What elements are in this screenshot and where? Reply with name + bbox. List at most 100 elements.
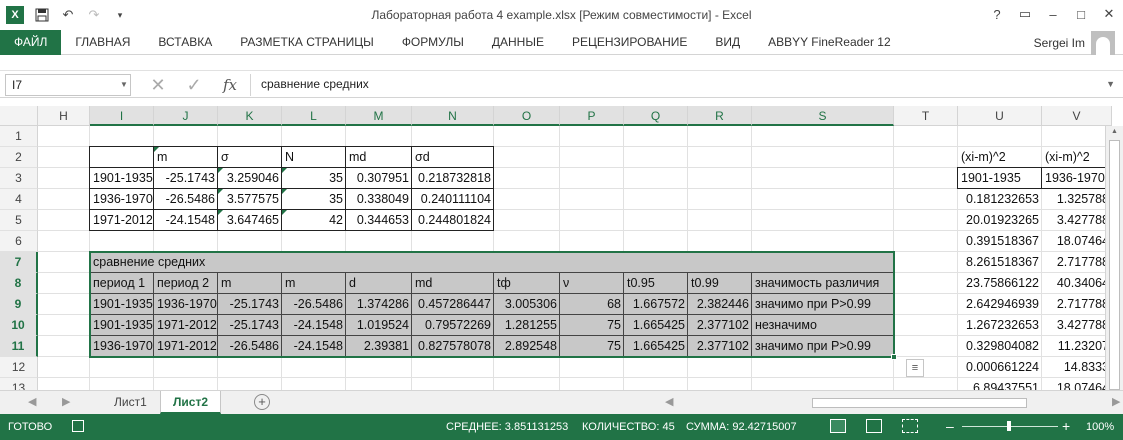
table1-cell[interactable]: 1936-1970: [90, 189, 154, 210]
zoom-out-icon[interactable]: –: [946, 418, 954, 434]
row-header[interactable]: 4: [0, 189, 38, 210]
table2-cell[interactable]: 3.005306: [494, 294, 560, 315]
side-header[interactable]: (xi-m)^2: [958, 147, 1042, 168]
table2-cell[interactable]: незначимо: [752, 315, 894, 336]
table2-cell[interactable]: 68: [560, 294, 624, 315]
table2-header[interactable]: ν: [560, 273, 624, 294]
quick-analysis-icon[interactable]: ≡: [906, 359, 924, 377]
tab-formulas[interactable]: ФОРМУЛЫ: [388, 30, 478, 55]
table1-cell[interactable]: 3.259046: [218, 168, 282, 189]
name-box[interactable]: I7: [5, 74, 131, 96]
row-header[interactable]: 6: [0, 231, 38, 252]
side-cell[interactable]: 1.267232653: [958, 315, 1042, 336]
cancel-icon[interactable]: ✕: [140, 73, 176, 97]
table1-cell[interactable]: 3.577575: [218, 189, 282, 210]
column-header[interactable]: N: [412, 106, 494, 126]
table2-cell[interactable]: 1.665425: [624, 315, 688, 336]
help-button[interactable]: ?: [983, 0, 1011, 28]
table2-cell[interactable]: 1.281255: [494, 315, 560, 336]
table2-cell[interactable]: 1901-1935: [90, 315, 154, 336]
side-cell[interactable]: 3.427788: [1042, 315, 1105, 336]
table1-cell[interactable]: 1901-1935: [90, 168, 154, 189]
side-cell[interactable]: 0.000661224: [958, 357, 1042, 378]
table2-cell[interactable]: 0.457286447: [412, 294, 494, 315]
table2-cell[interactable]: 1.374286: [346, 294, 412, 315]
tab-view[interactable]: ВИД: [701, 30, 754, 55]
column-header[interactable]: T: [894, 106, 958, 126]
tab-insert[interactable]: ВСТАВКА: [144, 30, 226, 55]
hscroll-left-icon[interactable]: ◀: [665, 395, 673, 408]
column-header[interactable]: L: [282, 106, 346, 126]
prev-sheet-icon[interactable]: ◀: [28, 395, 36, 408]
table1-cell[interactable]: -25.1743: [154, 168, 218, 189]
table2-cell[interactable]: 2.377102: [688, 336, 752, 357]
table2-header[interactable]: m: [282, 273, 346, 294]
table2-header[interactable]: m: [218, 273, 282, 294]
table2-header[interactable]: t0.99: [688, 273, 752, 294]
table2-header[interactable]: d: [346, 273, 412, 294]
table2-cell[interactable]: 0.79572269: [412, 315, 494, 336]
table2-header[interactable]: tф: [494, 273, 560, 294]
row-header[interactable]: 11: [0, 336, 38, 357]
expand-formula-bar-icon[interactable]: ▼: [1106, 79, 1115, 89]
table2-cell[interactable]: -25.1743: [218, 294, 282, 315]
insert-function-icon[interactable]: fx: [212, 73, 248, 97]
table2-cell[interactable]: 75: [560, 336, 624, 357]
side-cell[interactable]: 1.325788: [1042, 189, 1105, 210]
table2-cell[interactable]: 1.667572: [624, 294, 688, 315]
table2-cell[interactable]: 1936-1970: [90, 336, 154, 357]
column-header[interactable]: Q: [624, 106, 688, 126]
table1-cell[interactable]: -26.5486: [154, 189, 218, 210]
table1-cell[interactable]: 0.344653: [346, 210, 412, 231]
error-indicator-icon[interactable]: [218, 210, 223, 215]
side-cell[interactable]: 2.717788: [1042, 252, 1105, 273]
table1-cell[interactable]: 0.338049: [346, 189, 412, 210]
column-header[interactable]: P: [560, 106, 624, 126]
zoom-in-icon[interactable]: +: [1062, 418, 1070, 434]
column-header[interactable]: U: [958, 106, 1042, 126]
table1-header[interactable]: N: [282, 147, 346, 168]
add-sheet-icon[interactable]: +: [254, 394, 270, 410]
table2-header[interactable]: t0.95: [624, 273, 688, 294]
error-indicator-icon[interactable]: [282, 210, 287, 215]
column-header[interactable]: M: [346, 106, 412, 126]
enter-icon[interactable]: ✓: [176, 73, 212, 97]
table2-cell[interactable]: значимо при P>0.99: [752, 336, 894, 357]
table2-cell[interactable]: 75: [560, 315, 624, 336]
tab-data[interactable]: ДАННЫЕ: [478, 30, 558, 55]
side-cell[interactable]: 0.329804082: [958, 336, 1042, 357]
row-header[interactable]: 2: [0, 147, 38, 168]
scroll-up-icon[interactable]: ▲: [1111, 128, 1118, 135]
side-header[interactable]: (xi-m)^2: [1042, 147, 1105, 168]
row-header[interactable]: 10: [0, 315, 38, 336]
table2-cell[interactable]: -26.5486: [282, 294, 346, 315]
tab-home[interactable]: ГЛАВНАЯ: [61, 30, 144, 55]
side-cell[interactable]: 20.01923265: [958, 210, 1042, 231]
error-indicator-icon[interactable]: [282, 168, 287, 173]
side-cell[interactable]: 11.23207: [1042, 336, 1105, 357]
tab-page-layout[interactable]: РАЗМЕТКА СТРАНИЦЫ: [226, 30, 388, 55]
table1-cell[interactable]: 42: [282, 210, 346, 231]
name-box-dropdown-icon[interactable]: ▼: [120, 80, 128, 89]
table2-cell[interactable]: 1.019524: [346, 315, 412, 336]
table2-cell[interactable]: значимо при P>0.99: [752, 294, 894, 315]
table2-cell[interactable]: -25.1743: [218, 315, 282, 336]
side-cell[interactable]: 0.391518367: [958, 231, 1042, 252]
side-cell[interactable]: 0.181232653: [958, 189, 1042, 210]
table1-header[interactable]: m: [154, 147, 218, 168]
table2-header[interactable]: период 1: [90, 273, 154, 294]
column-header[interactable]: V: [1042, 106, 1112, 126]
row-header[interactable]: 9: [0, 294, 38, 315]
table1-cell[interactable]: 35: [282, 189, 346, 210]
table1-header[interactable]: σd: [412, 147, 494, 168]
table2-cell[interactable]: -24.1548: [282, 336, 346, 357]
table1-cell[interactable]: 0.218732818: [412, 168, 494, 189]
table2-header[interactable]: период 2: [154, 273, 218, 294]
next-sheet-icon[interactable]: ▶: [62, 395, 70, 408]
row-header[interactable]: 3: [0, 168, 38, 189]
horizontal-scroll-thumb[interactable]: [812, 398, 1027, 408]
vertical-scrollbar[interactable]: ▲: [1105, 126, 1123, 390]
row-header[interactable]: 1: [0, 126, 38, 147]
error-indicator-icon[interactable]: [218, 189, 223, 194]
column-header[interactable]: S: [752, 106, 894, 126]
